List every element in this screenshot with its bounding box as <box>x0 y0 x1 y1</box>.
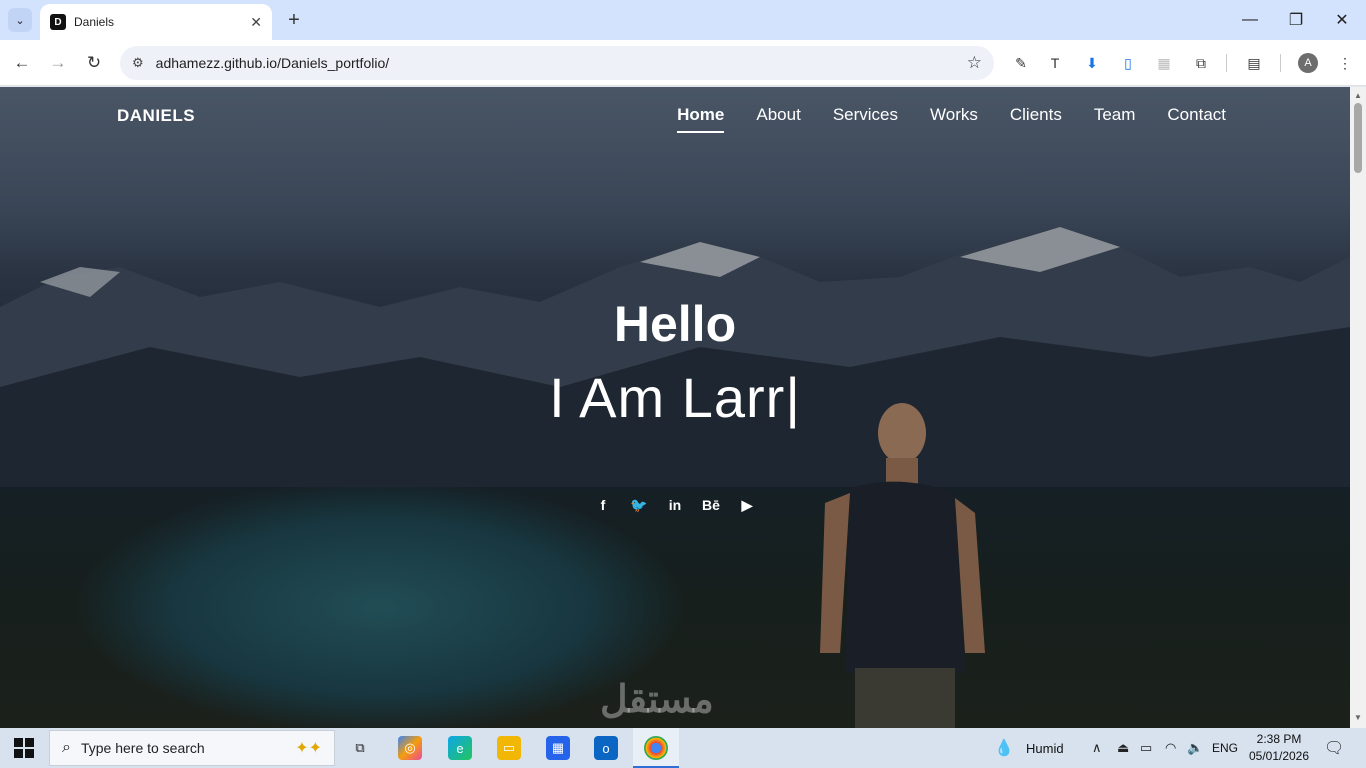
twitter-icon[interactable]: 🐦 <box>629 495 649 515</box>
tab-search-button[interactable]: ⌄ <box>8 8 32 32</box>
task-view-icon[interactable]: ⧉ <box>348 736 372 760</box>
youtube-icon[interactable]: ▶ <box>737 495 757 515</box>
notification-icon[interactable]: 🗨 <box>1324 738 1344 758</box>
hero-section: DANIELS Home About Services Works Client… <box>0 87 1350 728</box>
nav-item-team[interactable]: Team <box>1094 105 1136 133</box>
profile-avatar[interactable]: A <box>1298 53 1318 73</box>
scroll-up-icon[interactable]: ▲ <box>1354 91 1362 100</box>
weather-status[interactable]: Humid <box>1026 741 1064 756</box>
menu-kebab-icon[interactable]: ⋮ <box>1334 52 1356 74</box>
taskbar: ⌕ Type here to search ✦✦ ⧉ ◎ e ▭ ▦ o 💧 H… <box>0 728 1366 768</box>
hero-typed-line: I Am Larr| <box>0 365 1350 430</box>
address-bar[interactable]: ⚙ adhamezz.github.io/Daniels_portfolio/ … <box>120 46 994 80</box>
windows-start-icon[interactable] <box>14 738 34 758</box>
download-extension-icon[interactable]: ⬇ <box>1081 52 1103 74</box>
hero-greeting: Hello <box>613 296 737 352</box>
scroll-thumb[interactable] <box>1354 103 1362 173</box>
wifi-icon[interactable]: ◠ <box>1165 740 1176 756</box>
text-extension-icon[interactable]: T <box>1044 52 1066 74</box>
minimize-button[interactable]: — <box>1238 8 1262 32</box>
nav-item-about[interactable]: About <box>756 105 800 133</box>
file-explorer-icon[interactable]: ▭ <box>497 736 521 760</box>
forward-button[interactable]: → <box>46 51 70 75</box>
tab-strip: ⌄ D Daniels ✕ + — ❐ ✕ <box>0 0 1366 40</box>
linkedin-icon[interactable]: in <box>665 495 685 515</box>
hero-prefix: I Am <box>549 366 666 429</box>
search-placeholder: Type here to search <box>80 740 205 756</box>
close-window-button[interactable]: ✕ <box>1330 8 1354 32</box>
main-nav: Home About Services Works Clients Team C… <box>677 105 1226 133</box>
site-favicon-icon: D <box>50 14 66 30</box>
chrome-icon[interactable] <box>644 736 668 760</box>
behance-icon[interactable]: Bē <box>701 495 721 515</box>
site-info-icon[interactable]: ⚙ <box>132 55 144 71</box>
eyedropper-extension-icon[interactable]: ✎ <box>1010 52 1032 74</box>
typing-cursor: | <box>785 366 801 429</box>
outlook-icon[interactable]: o <box>594 736 618 760</box>
document-extension-icon[interactable]: ▯ <box>1117 52 1139 74</box>
edge-icon[interactable]: e <box>448 736 472 760</box>
clock-time: 2:38 PM <box>1256 732 1302 746</box>
hero-name: Larr <box>681 366 786 429</box>
new-tab-button[interactable]: + <box>282 8 306 32</box>
nav-item-clients[interactable]: Clients <box>1010 105 1062 133</box>
weather-drop-icon[interactable]: 💧 <box>994 738 1014 758</box>
facebook-icon[interactable]: f <box>593 495 613 515</box>
copilot-app-icon[interactable]: ◎ <box>398 736 422 760</box>
extensions-puzzle-icon[interactable]: ⧉ <box>1190 52 1212 74</box>
language-indicator[interactable]: ENG <box>1212 741 1238 755</box>
social-links: f 🐦 in Bē ▶ <box>0 495 1350 515</box>
nav-item-services[interactable]: Services <box>833 105 898 133</box>
bookmark-star-icon[interactable]: ☆ <box>967 53 982 73</box>
copilot-sparkle-icon[interactable]: ✦✦ <box>295 738 322 758</box>
search-icon: ⌕ <box>62 739 71 756</box>
restore-button[interactable]: ❐ <box>1284 8 1308 32</box>
back-button[interactable]: ← <box>10 51 34 75</box>
volume-icon[interactable]: 🔈 <box>1187 740 1203 756</box>
nav-item-works[interactable]: Works <box>930 105 978 133</box>
nav-item-contact[interactable]: Contact <box>1167 105 1226 133</box>
grid-extension-icon[interactable]: ▦ <box>1153 52 1175 74</box>
microsoft-store-icon[interactable]: ▦ <box>546 736 570 760</box>
tab-daniels[interactable]: D Daniels ✕ <box>40 4 272 40</box>
site-logo[interactable]: DANIELS <box>117 106 195 126</box>
url-text[interactable]: adhamezz.github.io/Daniels_portfolio/ <box>156 55 967 71</box>
reload-button[interactable]: ↻ <box>82 51 106 75</box>
man-silhouette-image <box>820 403 985 728</box>
toolbar-divider <box>1226 54 1227 72</box>
watermark-logo: مستقل <box>600 679 714 721</box>
page-scrollbar[interactable]: ▲ ▼ <box>1350 87 1366 728</box>
clock-date: 05/01/2026 <box>1248 749 1310 763</box>
toolbar-divider <box>1280 54 1281 72</box>
system-clock[interactable]: 2:38 PM 05/01/2026 <box>1244 731 1314 765</box>
scroll-down-icon[interactable]: ▼ <box>1354 713 1362 722</box>
nav-item-home[interactable]: Home <box>677 105 725 133</box>
battery-icon[interactable]: ▭ <box>1140 740 1152 756</box>
taskbar-search-input[interactable]: ⌕ Type here to search ✦✦ <box>49 730 335 766</box>
tab-title: Daniels <box>74 15 115 29</box>
close-tab-icon[interactable]: ✕ <box>250 14 262 31</box>
browser-toolbar: ← → ↻ ⚙ adhamezz.github.io/Daniels_portf… <box>0 40 1366 86</box>
tray-chevron-up-icon[interactable]: ∧ <box>1092 740 1102 756</box>
reading-mode-icon[interactable]: ▤ <box>1243 52 1265 74</box>
usb-icon[interactable]: ⏏ <box>1117 740 1129 756</box>
